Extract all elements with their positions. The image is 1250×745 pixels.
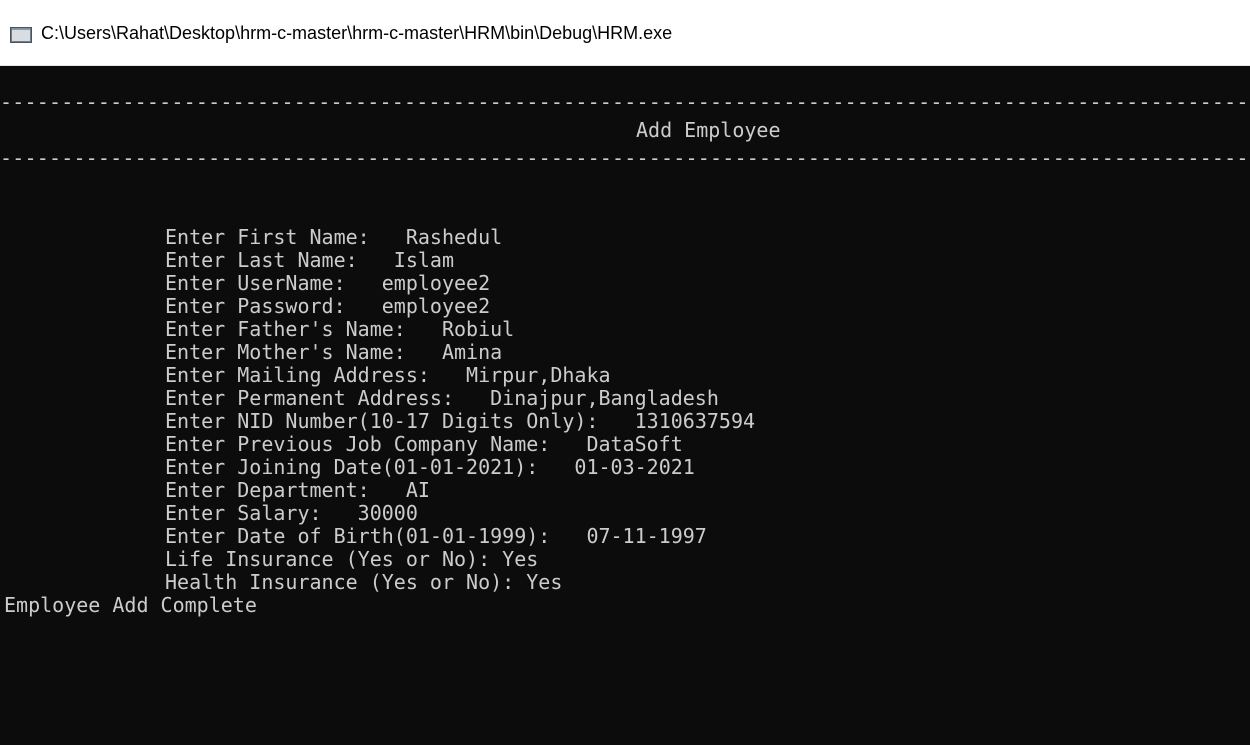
field-label: Life Insurance (Yes or No): — [165, 547, 503, 571]
field-department: Enter Department: AI — [165, 479, 430, 501]
field-mailing-address: Enter Mailing Address: Mirpur,Dhaka — [165, 364, 611, 386]
field-life-insurance: Life Insurance (Yes or No): Yes — [165, 548, 538, 570]
field-label: Enter UserName: — [165, 271, 382, 295]
field-value: 30000 — [357, 501, 418, 525]
field-label: Enter Date of Birth(01-01-1999): — [165, 524, 587, 548]
field-label: Enter Mother's Name: — [165, 340, 442, 364]
field-value: Mirpur,Dhaka — [466, 363, 611, 387]
page-heading: Add Employee — [636, 118, 781, 142]
field-value: Rashedul — [405, 225, 503, 249]
field-mother-name: Enter Mother's Name: Amina — [165, 341, 502, 363]
field-label: Health Insurance (Yes or No): — [165, 570, 527, 594]
console-window-icon — [10, 27, 32, 43]
field-permanent-address: Enter Permanent Address: Dinajpur,Bangla… — [165, 387, 719, 409]
console-output[interactable]: ----------------------------------------… — [0, 66, 1250, 745]
field-label: Enter Joining Date(01-01-2021): — [165, 455, 575, 479]
field-value: employee2 — [381, 271, 491, 295]
field-salary: Enter Salary: 30000 — [165, 502, 418, 524]
field-health-insurance: Health Insurance (Yes or No): Yes — [165, 571, 562, 593]
field-value: employee2 — [381, 294, 491, 318]
field-last-name: Enter Last Name: Islam — [165, 249, 454, 271]
field-label: Enter NID Number(10-17 Digits Only): — [165, 409, 635, 433]
field-value: 1310637594 — [634, 409, 756, 433]
field-value: DataSoft — [586, 432, 683, 456]
field-value: 01-03-2021 — [574, 455, 695, 479]
field-username: Enter UserName: employee2 — [165, 272, 490, 294]
window-titlebar[interactable]: C:\Users\Rahat\Desktop\hrm-c-master\hrm-… — [0, 0, 1250, 66]
field-label: Enter Previous Job Company Name: — [165, 432, 587, 456]
field-label: Enter Mailing Address: — [165, 363, 467, 387]
field-label: Enter Salary: — [165, 501, 358, 525]
field-value: AI — [405, 478, 430, 502]
field-father-name: Enter Father's Name: Robiul — [165, 318, 514, 340]
field-label: Enter Father's Name: — [165, 317, 442, 341]
field-label: Enter First Name: — [165, 225, 406, 249]
field-value: Robiul — [441, 317, 515, 341]
separator-line-bottom: ----------------------------------------… — [0, 146, 1250, 170]
field-label: Enter Department: — [165, 478, 406, 502]
field-label: Enter Permanent Address: — [165, 386, 491, 410]
field-value: Dinajpur,Bangladesh — [490, 386, 719, 410]
field-value: Yes — [526, 570, 563, 594]
window-title: C:\Users\Rahat\Desktop\hrm-c-master\hrm-… — [41, 23, 673, 43]
separator-line-top: ----------------------------------------… — [0, 90, 1250, 114]
field-joining-date: Enter Joining Date(01-01-2021): 01-03-20… — [165, 456, 695, 478]
field-value: Islam — [393, 248, 454, 272]
field-first-name: Enter First Name: Rashedul — [165, 226, 502, 248]
field-value: 07-11-1997 — [586, 524, 707, 548]
status-message: Employee Add Complete — [4, 593, 257, 617]
field-password: Enter Password: employee2 — [165, 295, 490, 317]
field-label: Enter Last Name: — [165, 248, 394, 272]
field-previous-company: Enter Previous Job Company Name: DataSof… — [165, 433, 683, 455]
field-date-of-birth: Enter Date of Birth(01-01-1999): 07-11-1… — [165, 525, 707, 547]
field-value: Yes — [502, 547, 539, 571]
field-value: Amina — [441, 340, 503, 364]
field-label: Enter Password: — [165, 294, 382, 318]
field-nid-number: Enter NID Number(10-17 Digits Only): 131… — [165, 410, 755, 432]
